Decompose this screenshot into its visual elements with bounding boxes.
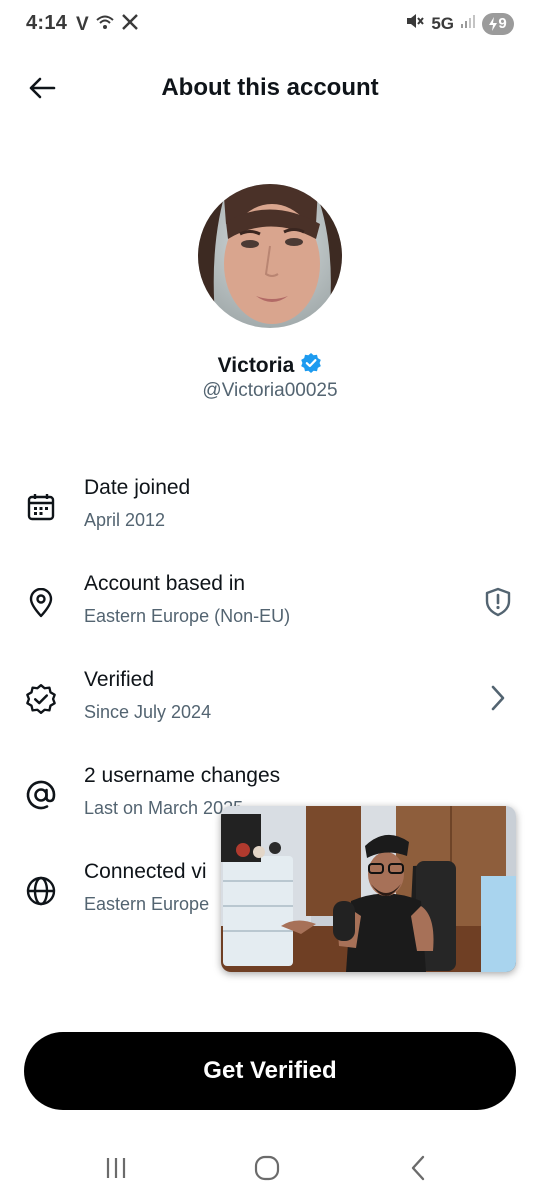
status-time: 4:14 (26, 12, 68, 34)
display-name-row: Victoria (0, 352, 540, 379)
carrier-v-icon: V (76, 13, 89, 35)
shield-alert-icon[interactable] (482, 586, 514, 618)
at-sign-icon (24, 778, 58, 812)
location-pin-icon (24, 586, 58, 620)
recent-apps-icon[interactable] (94, 1146, 138, 1190)
wifi-icon (95, 13, 115, 36)
status-left-icons: V (76, 13, 139, 36)
verified-label: Verified (84, 668, 155, 691)
info-verified[interactable]: Verified Since July 2024 (0, 668, 540, 738)
home-icon[interactable] (245, 1146, 289, 1190)
verified-badge-icon (300, 352, 322, 379)
status-right-icons: 5G 9 (405, 12, 514, 35)
verified-value: Since July 2024 (84, 702, 212, 722)
info-date-joined: Date joined April 2012 (0, 476, 540, 546)
header: About this account (0, 62, 540, 116)
system-nav-bar (0, 1136, 540, 1200)
chevron-right-icon[interactable] (482, 682, 514, 714)
connected-via-label: Connected vi (84, 860, 207, 883)
user-handle: @Victoria00025 (202, 380, 338, 401)
avatar[interactable] (198, 184, 342, 328)
battery-level: 9 (498, 15, 507, 32)
globe-icon (24, 874, 58, 908)
signal-icon (460, 13, 476, 34)
date-joined-value: April 2012 (84, 510, 166, 530)
calendar-icon (24, 490, 58, 524)
system-back-icon[interactable] (396, 1146, 440, 1190)
date-joined-label: Date joined (84, 476, 191, 499)
x-logo-icon (121, 13, 139, 36)
page-title: About this account (161, 74, 379, 101)
account-based-label: Account based in (84, 572, 246, 595)
info-account-based: Account based in Eastern Europe (Non-EU) (0, 572, 540, 642)
account-based-value: Eastern Europe (Non-EU) (84, 606, 291, 626)
connected-via-value: Eastern Europe (84, 894, 210, 914)
verified-badge-outline-icon (24, 682, 58, 716)
username-changes-label: 2 username changes (84, 764, 281, 787)
status-bar: 4:14 V 5G 9 (0, 0, 540, 48)
battery-charging-icon: 9 (482, 12, 514, 35)
mute-icon (405, 12, 425, 35)
display-name: Victoria (217, 353, 295, 377)
username-changes-value: Last on March 2025 (84, 798, 244, 818)
get-verified-button[interactable]: Get Verified (24, 1032, 516, 1110)
picture-in-picture-video[interactable] (221, 806, 516, 972)
network-label: 5G (431, 13, 454, 33)
